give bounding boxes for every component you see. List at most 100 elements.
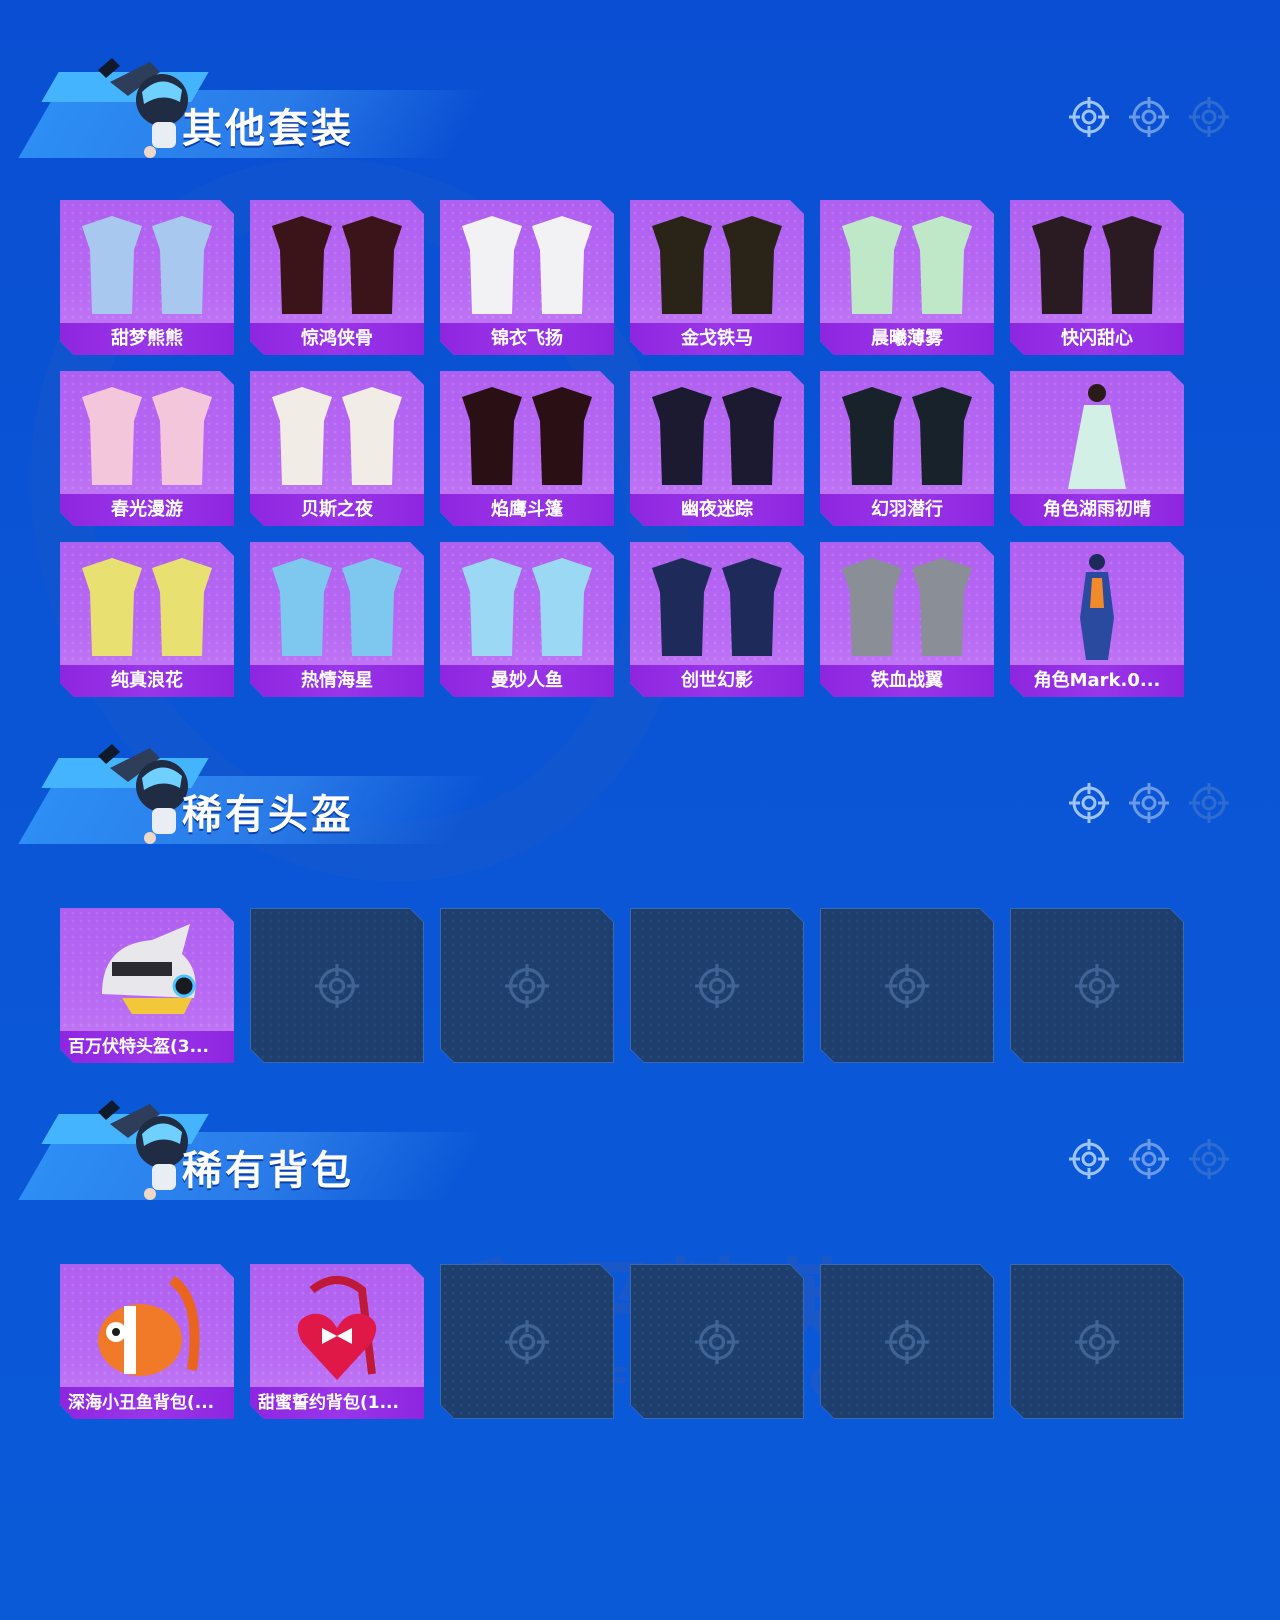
empty-slot <box>440 908 614 1063</box>
crosshair-icon <box>1074 963 1120 1009</box>
section-header: 稀有头盔 <box>18 738 1260 848</box>
suit-label: 幻羽潜行 <box>820 494 994 526</box>
suit-card[interactable]: 幽夜迷踪 <box>630 371 804 526</box>
crosshair-icon <box>884 963 930 1009</box>
crosshair-indicators <box>1068 782 1230 824</box>
backpack-label: 深海小丑鱼背包(... <box>60 1387 234 1419</box>
suit-card[interactable]: 创世幻影 <box>630 542 804 697</box>
helmet-label: 百万伏特头盔(3... <box>60 1031 234 1063</box>
outfit-silver-armor-icon <box>842 558 972 656</box>
outfit-pink-jacket-icon <box>1032 216 1162 314</box>
suit-card[interactable]: 纯真浪花 <box>60 542 234 697</box>
suit-card[interactable]: 晨曦薄雾 <box>820 200 994 355</box>
crosshair-icon <box>694 1319 740 1365</box>
suit-card[interactable]: 贝斯之夜 <box>250 371 424 526</box>
outfit-blue-armor-icon <box>652 558 782 656</box>
crosshair-icon <box>1068 1138 1110 1180</box>
section-title: 稀有头盔 <box>182 792 354 838</box>
suit-label: 快闪甜心 <box>1010 323 1184 355</box>
crosshair-icon <box>1068 782 1110 824</box>
crosshair-icon <box>1188 96 1230 138</box>
suit-label: 晨曦薄雾 <box>820 323 994 355</box>
outfit-white-robe-icon <box>462 216 592 314</box>
section-title: 其他套装 <box>182 106 354 152</box>
suit-label: 纯真浪花 <box>60 665 234 697</box>
suit-label: 金戈铁马 <box>630 323 804 355</box>
suit-label: 贝斯之夜 <box>250 494 424 526</box>
suit-label: 春光漫游 <box>60 494 234 526</box>
outfit-yellow-blue-icon <box>82 558 212 656</box>
crosshair-indicators <box>1068 1138 1230 1180</box>
suit-card[interactable]: 热情海星 <box>250 542 424 697</box>
section-header: 稀有背包 <box>18 1094 1260 1204</box>
empty-slot <box>820 1264 994 1419</box>
crosshair-icon <box>1068 96 1110 138</box>
suit-card[interactable]: 曼妙人鱼 <box>440 542 614 697</box>
crosshair-icon <box>694 963 740 1009</box>
empty-slot <box>630 1264 804 1419</box>
crosshair-icon <box>1188 782 1230 824</box>
suit-label: 焰鹰斗篷 <box>440 494 614 526</box>
crosshair-icon <box>884 1319 930 1365</box>
backpack-card[interactable]: 深海小丑鱼背包(... <box>60 1264 234 1419</box>
suits-grid: 甜梦熊熊 惊鸿侠骨 锦衣飞扬 金戈铁马 晨曦薄雾 快闪甜心 春光漫游 贝斯之夜 … <box>60 200 1184 697</box>
crosshair-icon <box>1128 782 1170 824</box>
suit-label: 热情海星 <box>250 665 424 697</box>
outfit-red-cloak-icon <box>462 387 592 485</box>
outfit-mint-icon <box>842 216 972 314</box>
section-title: 稀有背包 <box>182 1148 354 1194</box>
backpack-label: 甜蜜誓约背包(1... <box>250 1387 424 1419</box>
suit-card[interactable]: 惊鸿侠骨 <box>250 200 424 355</box>
crosshair-indicators <box>1068 96 1230 138</box>
suit-card[interactable]: 铁血战翼 <box>820 542 994 697</box>
backpack-clownfish-icon <box>98 1275 200 1376</box>
outfit-white-red-icon <box>272 387 402 485</box>
section-header: 其他套装 <box>18 52 1260 162</box>
outfit-gold-armor-icon <box>652 216 782 314</box>
outfit-green-ninja-icon <box>842 387 972 485</box>
helmet-card[interactable]: 百万伏特头盔(3... <box>60 908 234 1063</box>
suit-card[interactable]: 角色Mark.0... <box>1010 542 1184 697</box>
empty-slot <box>820 908 994 1063</box>
character-mark-icon <box>1080 554 1114 660</box>
backpack-heart-icon <box>297 1276 377 1380</box>
helmet-cat-ear-icon <box>102 924 196 1014</box>
suit-label: 角色Mark.0... <box>1010 665 1184 697</box>
suit-label: 锦衣飞扬 <box>440 323 614 355</box>
suit-card[interactable]: 幻羽潜行 <box>820 371 994 526</box>
empty-slot <box>250 908 424 1063</box>
backpacks-grid: 深海小丑鱼背包(... 甜蜜誓约背包(1... <box>60 1264 1184 1419</box>
character-mint-dress-icon <box>1068 384 1126 489</box>
crosshair-icon <box>1128 1138 1170 1180</box>
suit-label: 创世幻影 <box>630 665 804 697</box>
helmets-grid: 百万伏特头盔(3... <box>60 908 1184 1063</box>
empty-slot <box>440 1264 614 1419</box>
outfit-dark-red-robe-icon <box>272 216 402 314</box>
crosshair-icon <box>314 963 360 1009</box>
suit-card[interactable]: 春光漫游 <box>60 371 234 526</box>
empty-slot <box>1010 908 1184 1063</box>
suit-card[interactable]: 快闪甜心 <box>1010 200 1184 355</box>
suit-card[interactable]: 角色湖雨初晴 <box>1010 371 1184 526</box>
crosshair-icon <box>1188 1138 1230 1180</box>
outfit-purple-ninja-icon <box>652 387 782 485</box>
crosshair-icon <box>1074 1319 1120 1365</box>
empty-slot <box>1010 1264 1184 1419</box>
suit-label: 角色湖雨初晴 <box>1010 494 1184 526</box>
suit-label: 甜梦熊熊 <box>60 323 234 355</box>
suit-label: 铁血战翼 <box>820 665 994 697</box>
suit-card[interactable]: 金戈铁马 <box>630 200 804 355</box>
suit-label: 惊鸿侠骨 <box>250 323 424 355</box>
suit-card[interactable]: 焰鹰斗篷 <box>440 371 614 526</box>
crosshair-icon <box>504 1319 550 1365</box>
outfit-mermaid-icon <box>462 558 592 656</box>
outfit-pastel-icon <box>82 216 212 314</box>
backpack-card[interactable]: 甜蜜誓约背包(1... <box>250 1264 424 1419</box>
suit-label: 曼妙人鱼 <box>440 665 614 697</box>
suit-card[interactable]: 甜梦熊熊 <box>60 200 234 355</box>
empty-slot <box>630 908 804 1063</box>
outfit-pink-hoodie-icon <box>82 387 212 485</box>
suit-label: 幽夜迷踪 <box>630 494 804 526</box>
crosshair-icon <box>504 963 550 1009</box>
suit-card[interactable]: 锦衣飞扬 <box>440 200 614 355</box>
